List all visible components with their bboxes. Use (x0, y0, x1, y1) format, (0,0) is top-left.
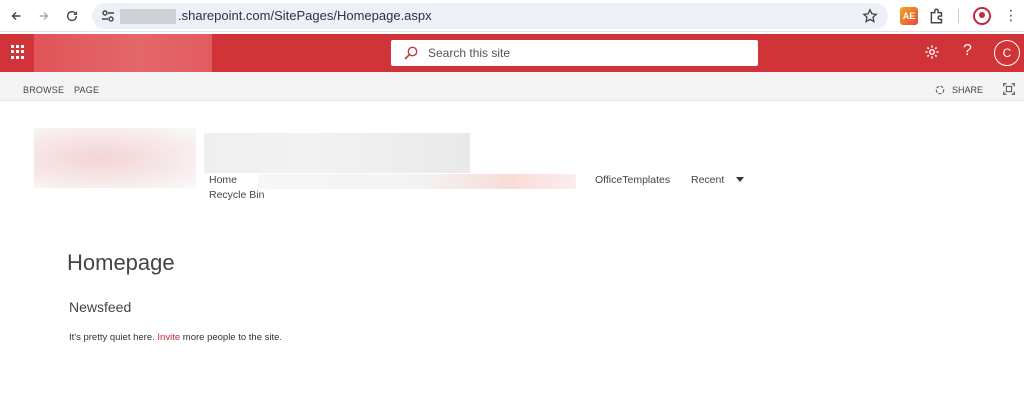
extension-icon[interactable]: AE (900, 7, 918, 25)
url-text[interactable]: .sharepoint.com/SitePages/Homepage.aspx (178, 8, 432, 23)
search-placeholder: Search this site (428, 46, 511, 60)
gear-icon[interactable] (924, 44, 940, 60)
focus-mode-icon[interactable] (1002, 82, 1016, 96)
topnav-item-home[interactable]: Home (209, 174, 237, 186)
browser-toolbar: .sharepoint.com/SitePages/Homepage.aspx … (0, 0, 1024, 32)
invite-link[interactable]: Invite (157, 332, 180, 343)
newsfeed-heading: Newsfeed (69, 299, 132, 315)
kebab-icon[interactable]: ⋮ (1004, 8, 1018, 22)
profile-icon[interactable] (973, 7, 991, 25)
address-bar[interactable]: .sharepoint.com/SitePages/Homepage.aspx (92, 3, 888, 29)
topnav-item-officetemplates[interactable]: OfficeTemplates (595, 174, 670, 186)
share-label: SHARE (952, 85, 984, 95)
topnav-redacted (258, 174, 576, 189)
app-launcher-icon[interactable] (11, 45, 25, 59)
share-icon (935, 85, 945, 95)
message-text-after: more people to the site. (180, 332, 283, 343)
url-redacted (120, 9, 176, 24)
back-icon[interactable] (6, 6, 26, 26)
ribbon: BROWSE PAGE SHARE (0, 72, 1024, 101)
chevron-down-icon[interactable] (736, 177, 744, 182)
topnav-item-recycle-bin[interactable]: Recycle Bin (209, 189, 264, 201)
site-logo[interactable] (34, 128, 196, 188)
search-input[interactable]: Search this site (391, 40, 758, 66)
reload-icon[interactable] (62, 6, 82, 26)
site-title-redacted (204, 133, 470, 173)
page-title: Homepage (67, 250, 175, 275)
avatar[interactable]: C (994, 40, 1020, 66)
tab-page[interactable]: PAGE (74, 85, 99, 95)
brand-redacted (34, 34, 212, 72)
star-icon[interactable] (862, 8, 878, 24)
puzzle-icon[interactable] (928, 7, 946, 25)
site-settings-icon[interactable] (100, 8, 116, 24)
share-button[interactable]: SHARE (934, 84, 983, 96)
suite-bar: Search this site ? C (0, 34, 1024, 72)
search-icon (404, 46, 418, 60)
topnav-item-recent[interactable]: Recent (691, 174, 724, 186)
forward-icon[interactable] (34, 6, 54, 26)
newsfeed-message: It's pretty quiet here. Invite more peop… (69, 332, 282, 343)
message-text-before: It's pretty quiet here. (69, 332, 158, 343)
help-icon[interactable]: ? (963, 42, 972, 60)
toolbar-divider (958, 9, 959, 23)
tab-browse[interactable]: BROWSE (23, 85, 64, 95)
